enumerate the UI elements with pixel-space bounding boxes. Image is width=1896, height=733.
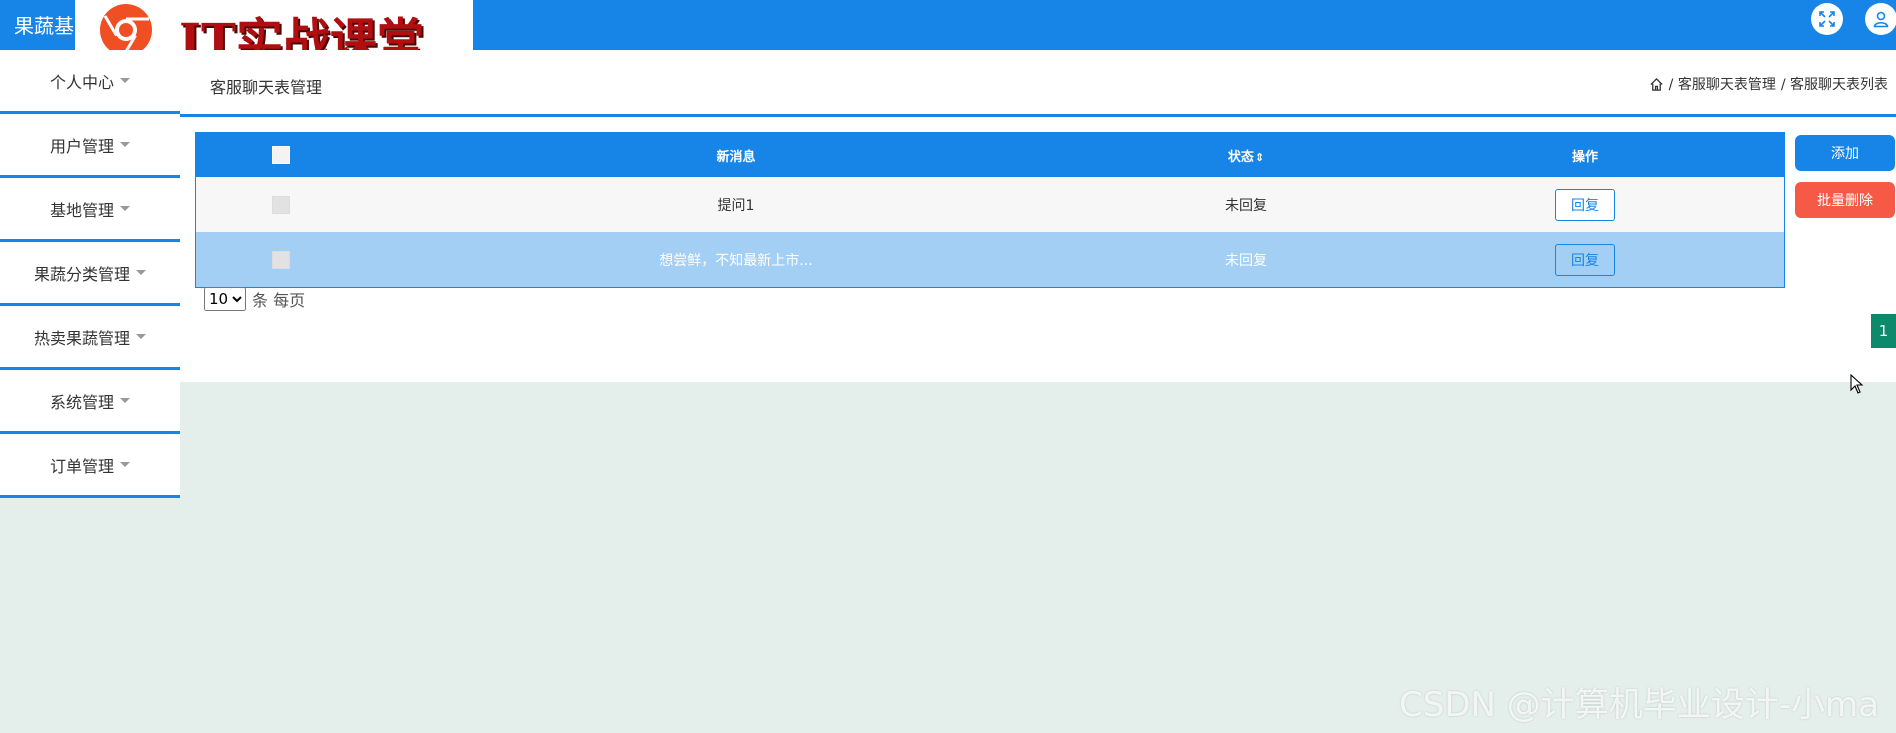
caret-down-icon bbox=[120, 142, 130, 147]
column-header-status-label: 状态 bbox=[1227, 149, 1254, 165]
caret-down-icon bbox=[136, 334, 146, 339]
cell-status: 未回复 bbox=[1225, 197, 1267, 214]
batch-delete-button[interactable]: 批量删除 bbox=[1795, 182, 1895, 218]
caret-down-icon bbox=[120, 462, 130, 467]
sidebar: 个人中心 用户管理 基地管理 果蔬分类管理 热卖果蔬管理 系统管理 订单管理 bbox=[0, 50, 180, 498]
sidebar-item-category-management[interactable]: 果蔬分类管理 bbox=[0, 242, 180, 306]
data-table: 新消息 状态⇕ 操作 提问1 未回复 回复 想尝鲜，不知最新上市... 未回复 … bbox=[195, 132, 1785, 288]
cell-status: 未回复 bbox=[1225, 252, 1267, 269]
user-icon[interactable] bbox=[1865, 3, 1896, 35]
column-header-actions: 操作 bbox=[1571, 149, 1598, 165]
add-button[interactable]: 添加 bbox=[1795, 135, 1895, 171]
caret-down-icon bbox=[120, 206, 130, 211]
page-size-select[interactable]: 10 20 50 bbox=[204, 287, 246, 311]
csdn-watermark: CSDN @计算机毕业设计-小ma bbox=[1399, 685, 1879, 725]
sidebar-item-system-management[interactable]: 系统管理 bbox=[0, 370, 180, 434]
sidebar-item-label: 热卖果蔬管理 bbox=[33, 328, 130, 348]
table-row[interactable]: 提问1 未回复 回复 bbox=[196, 177, 1784, 232]
cell-message: 提问1 bbox=[717, 197, 755, 214]
page-title: 客服聊天表管理 bbox=[210, 78, 323, 97]
breadcrumb-item[interactable]: / 客服聊天表管理 bbox=[1669, 74, 1776, 94]
row-checkbox[interactable] bbox=[272, 195, 290, 214]
page-size-control: 10 20 50 条 每页 bbox=[204, 287, 305, 311]
sidebar-item-label: 订单管理 bbox=[49, 456, 114, 476]
sidebar-item-label: 果蔬分类管理 bbox=[33, 264, 130, 284]
page-header: 客服聊天表管理 / 客服聊天表管理 / 客服聊天表列表 bbox=[180, 50, 1896, 117]
caret-down-icon bbox=[136, 270, 146, 275]
caret-down-icon bbox=[120, 398, 130, 403]
table-row[interactable]: 想尝鲜，不知最新上市... 未回复 回复 bbox=[196, 232, 1784, 287]
reply-button[interactable]: 回复 bbox=[1555, 188, 1615, 221]
sidebar-item-order-management[interactable]: 订单管理 bbox=[0, 434, 180, 498]
cursor-icon bbox=[1850, 374, 1864, 394]
select-all-checkbox[interactable] bbox=[272, 146, 290, 164]
chrome-logo-icon bbox=[100, 4, 152, 56]
column-header-status[interactable]: 状态⇕ bbox=[1106, 146, 1386, 165]
sidebar-item-label: 个人中心 bbox=[49, 72, 114, 92]
breadcrumb-item: / 客服聊天表列表 bbox=[1780, 77, 1888, 93]
table-header-row: 新消息 状态⇕ 操作 bbox=[196, 133, 1784, 177]
sidebar-item-personal-center[interactable]: 个人中心 bbox=[0, 50, 180, 114]
sidebar-item-label: 系统管理 bbox=[49, 392, 114, 412]
breadcrumb: / 客服聊天表管理 / 客服聊天表列表 bbox=[1649, 74, 1888, 94]
reply-button[interactable]: 回复 bbox=[1555, 243, 1615, 276]
page-size-suffix: 条 每页 bbox=[252, 291, 306, 310]
home-icon[interactable] bbox=[1649, 77, 1664, 92]
sidebar-item-label: 基地管理 bbox=[49, 200, 114, 220]
sidebar-item-label: 用户管理 bbox=[49, 136, 114, 156]
fullscreen-icon[interactable] bbox=[1811, 3, 1843, 35]
row-checkbox[interactable] bbox=[272, 250, 290, 269]
app-title: 果蔬基 bbox=[14, 14, 74, 38]
caret-down-icon bbox=[120, 78, 130, 83]
column-header-message: 新消息 bbox=[716, 149, 756, 165]
sidebar-item-hot-products[interactable]: 热卖果蔬管理 bbox=[0, 306, 180, 370]
top-bar: 果蔬基 IT实战课堂 bbox=[0, 0, 1896, 69]
page-number-button[interactable]: 1 bbox=[1871, 314, 1896, 348]
sidebar-item-user-management[interactable]: 用户管理 bbox=[0, 114, 180, 178]
sort-icon[interactable]: ⇕ bbox=[1255, 151, 1264, 164]
cell-message: 想尝鲜，不知最新上市... bbox=[659, 252, 813, 269]
main-content: 新消息 状态⇕ 操作 提问1 未回复 回复 想尝鲜，不知最新上市... 未回复 … bbox=[180, 117, 1896, 394]
sidebar-item-base-management[interactable]: 基地管理 bbox=[0, 178, 180, 242]
